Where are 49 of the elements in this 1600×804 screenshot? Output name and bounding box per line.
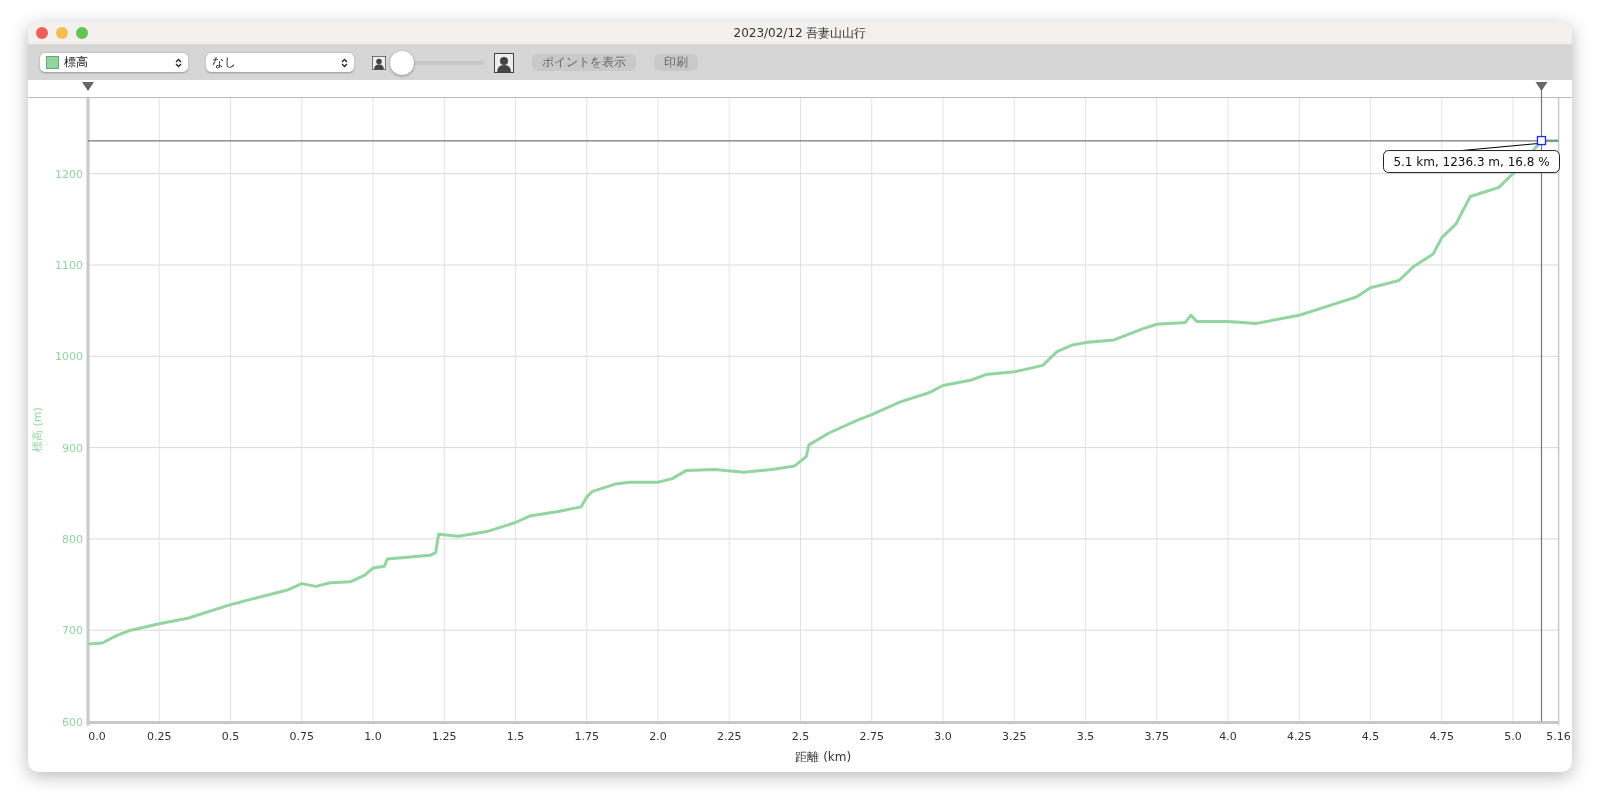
- small-person-icon: [372, 55, 386, 70]
- updown-chevron-icon: [341, 57, 348, 68]
- x-axis-label: 3.0: [934, 729, 952, 743]
- x-axis-label: 2.25: [717, 729, 742, 743]
- updown-chevron-icon: [175, 57, 182, 68]
- minimize-button[interactable]: [56, 27, 68, 39]
- y-axis-label: 1000: [55, 350, 83, 364]
- series-select[interactable]: 標高: [40, 53, 188, 72]
- y-axis-label: 600: [62, 715, 83, 729]
- x-axis-label: 1.5: [506, 729, 525, 743]
- y-axis-label: 700: [62, 624, 83, 638]
- x-axis-label: 1.25: [432, 729, 457, 743]
- zoom-button[interactable]: [76, 27, 88, 39]
- x-axis-label: 3.75: [1144, 729, 1169, 743]
- y-axis-label: 800: [62, 532, 83, 546]
- x-axis-label: 1.75: [574, 729, 599, 743]
- x-axis-label: 2.75: [859, 729, 884, 743]
- x-axis-label: 4.0: [1219, 729, 1237, 743]
- slider-thumb[interactable]: [390, 50, 414, 75]
- large-person-icon: [494, 52, 514, 73]
- x-axis-label: 0.75: [289, 729, 314, 743]
- annotation: 5.1 km, 1236.3 m, 16.8 %: [1393, 154, 1550, 169]
- compare-select[interactable]: なし: [206, 53, 354, 72]
- x-axis-label: 4.75: [1429, 729, 1454, 743]
- x-axis-label: 2.5: [791, 729, 810, 743]
- toolbar-button[interactable]: ポイントを表示: [532, 54, 636, 71]
- x-axis-label: 0.0: [88, 729, 106, 743]
- x-axis-label: 4.25: [1287, 729, 1312, 743]
- y-axis-label: 900: [62, 441, 83, 455]
- x-axis-label: 4.5: [1361, 729, 1380, 743]
- range-start-marker-icon[interactable]: [82, 82, 94, 91]
- window-title: 2023/02/12 吾妻山山行: [733, 25, 867, 40]
- x-axis-label: 1.0: [364, 729, 382, 743]
- point-marker: [1536, 135, 1547, 146]
- toolbar-button[interactable]: 印刷: [654, 54, 698, 71]
- x-axis-label: 5.0: [1504, 729, 1522, 743]
- x-axis-label: 3.25: [1002, 729, 1027, 743]
- data-tooltip: 5.1 km, 1236.3 m, 16.8 %: [1383, 150, 1560, 174]
- x-axis-label: 5.16: [1546, 729, 1571, 743]
- x-axis-label: 0.25: [147, 729, 172, 743]
- x-axis-label: 0.5: [221, 729, 240, 743]
- y-axis-label: 1200: [55, 167, 83, 181]
- range-end-marker-icon[interactable]: [1535, 82, 1548, 91]
- y-axis-label: 1100: [55, 259, 83, 272]
- x-axis-title: 距離 (km): [795, 749, 852, 764]
- close-button[interactable]: [36, 27, 48, 39]
- x-axis-label: 3.5: [1076, 729, 1095, 743]
- x-axis-label: 2.0: [649, 729, 667, 743]
- y-axis-title: 標高 (m): [31, 407, 44, 453]
